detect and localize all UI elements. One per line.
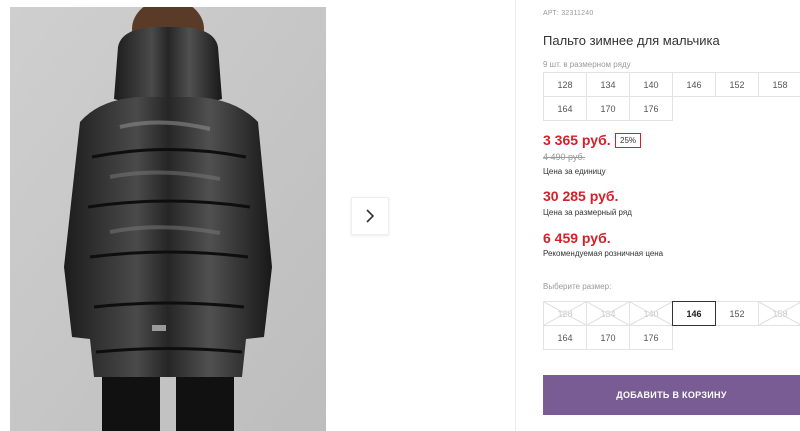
series-size-cell: 176 <box>629 96 673 121</box>
next-image-button[interactable] <box>351 197 389 235</box>
product-photo[interactable] <box>10 7 326 431</box>
size-option-170[interactable]: 170 <box>586 325 630 350</box>
series-size-cell: 164 <box>543 96 587 121</box>
unit-price-label: Цена за единицу <box>543 167 606 176</box>
row-price-label: Цена за размерный ряд <box>543 208 632 217</box>
series-note: 9 шт. в размерном ряду <box>543 60 631 69</box>
row-price: 30 285 руб. <box>543 188 619 204</box>
size-option-158: 158 <box>758 301 800 326</box>
size-picker-label: Выберите размер: <box>543 282 612 291</box>
chevron-right-icon <box>366 209 375 223</box>
series-size-grid: 128 134 140 146 152 158 164 170 176 <box>543 72 800 121</box>
size-option-164[interactable]: 164 <box>543 325 587 350</box>
product-gallery <box>0 0 515 431</box>
size-option-146[interactable]: 146 <box>672 301 716 326</box>
product-info-panel: АРТ: 32311240 Пальто зимнее для мальчика… <box>543 0 800 431</box>
unavailable-cross-icon <box>544 302 586 325</box>
sku: АРТ: 32311240 <box>543 10 594 17</box>
size-option-label: 170 <box>600 332 616 343</box>
size-option-label: 146 <box>686 308 702 319</box>
series-size-cell: 170 <box>586 96 630 121</box>
series-size-cell: 158 <box>758 72 800 97</box>
series-size-cell: 140 <box>629 72 673 97</box>
series-size-cell: 146 <box>672 72 716 97</box>
size-option-128: 128 <box>543 301 587 326</box>
size-option-label: 164 <box>557 332 573 343</box>
panel-divider <box>515 0 516 431</box>
discount-badge: 25% <box>615 133 642 148</box>
product-title: Пальто зимнее для мальчика <box>543 33 720 48</box>
rrp-price-label: Рекомендуемая розничная цена <box>543 249 664 258</box>
old-price: 4 490 руб. <box>543 152 586 162</box>
series-size-cell: 134 <box>586 72 630 97</box>
size-option-152[interactable]: 152 <box>715 301 759 326</box>
jacket-photo-illustration <box>10 7 326 431</box>
unavailable-cross-icon <box>759 302 800 325</box>
add-to-cart-button[interactable]: ДОБАВИТЬ В КОРЗИНУ <box>543 375 800 415</box>
size-option-140: 140 <box>629 301 673 326</box>
size-option-176[interactable]: 176 <box>629 325 673 350</box>
series-size-cell: 128 <box>543 72 587 97</box>
unit-price: 3 365 руб. <box>543 132 611 148</box>
size-option-label: 152 <box>729 308 745 319</box>
unavailable-cross-icon <box>630 302 672 325</box>
size-option-134: 134 <box>586 301 630 326</box>
size-picker-grid: 128134140 146 152 158 164 170 176 <box>543 301 800 350</box>
series-size-cell: 152 <box>715 72 759 97</box>
unavailable-cross-icon <box>587 302 629 325</box>
size-option-label: 176 <box>643 332 659 343</box>
rrp-price: 6 459 руб. <box>543 230 611 246</box>
